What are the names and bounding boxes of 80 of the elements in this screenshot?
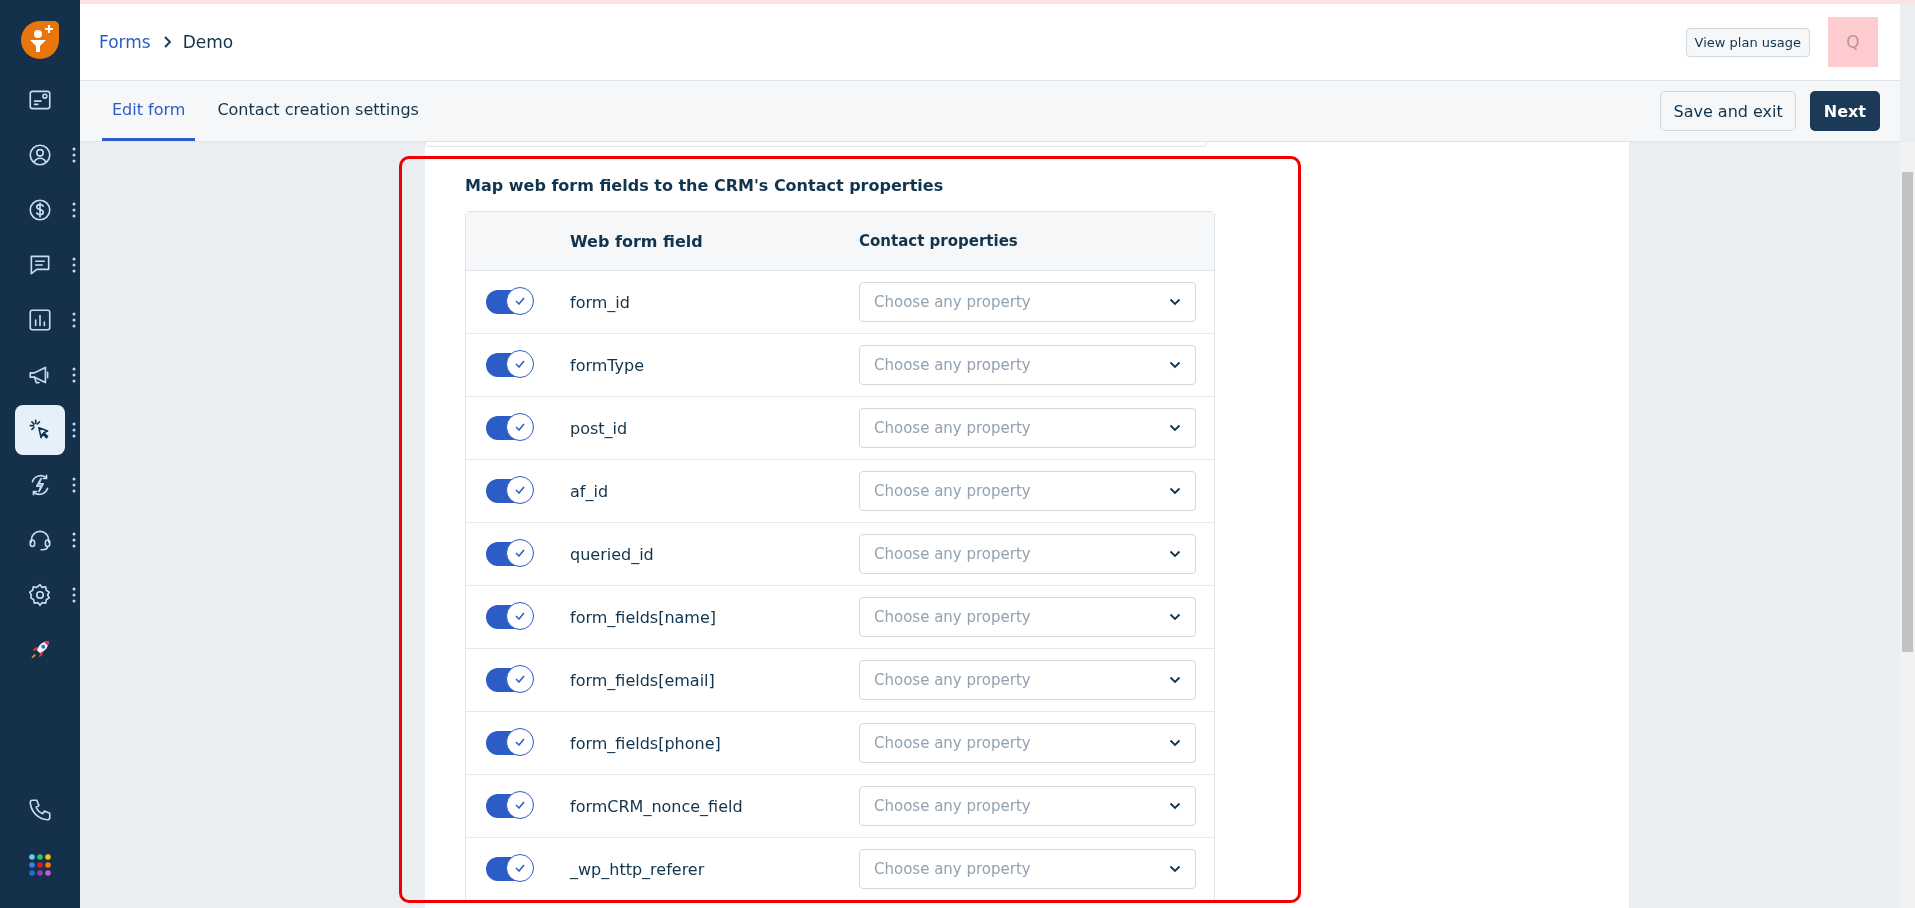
property-dropdown[interactable]: Choose any property [859, 723, 1196, 763]
settings-icon [27, 581, 53, 608]
breadcrumb-current: Demo [182, 32, 234, 52]
more-options-icon[interactable] [72, 146, 76, 163]
more-options-icon[interactable] [72, 586, 76, 603]
property-dropdown[interactable]: Choose any property [859, 786, 1196, 826]
property-dropdown[interactable]: Choose any property [859, 408, 1196, 448]
field-name: form_fields[name] [570, 607, 717, 627]
scrollbar-thumb[interactable] [1902, 172, 1913, 652]
toggle-switch[interactable] [486, 668, 531, 692]
chevron-down-icon [1169, 298, 1181, 306]
field-name: form_fields[email] [570, 670, 715, 690]
more-options-icon[interactable] [72, 256, 76, 273]
toggle-switch[interactable] [486, 605, 531, 629]
phone-icon [27, 796, 53, 823]
view-plan-usage-button[interactable]: View plan usage [1685, 27, 1810, 57]
breadcrumb-link[interactable]: Forms [99, 32, 151, 52]
app-grid-icon [29, 853, 51, 876]
check-icon [515, 360, 525, 368]
chevron-down-icon [1169, 676, 1181, 684]
next-button[interactable]: Next [1809, 91, 1880, 131]
more-options-icon[interactable] [72, 366, 76, 383]
chevron-down-icon [1169, 487, 1181, 495]
toggle-switch[interactable] [486, 542, 531, 566]
more-options-icon[interactable] [72, 311, 76, 328]
field-name: af_id [570, 481, 609, 501]
check-icon [515, 864, 525, 872]
property-dropdown[interactable]: Choose any property [859, 534, 1196, 574]
check-icon [515, 486, 525, 494]
property-dropdown[interactable]: Choose any property [859, 471, 1196, 511]
column-header: Web form field [570, 231, 703, 251]
sidebar-nav-button[interactable] [15, 404, 65, 455]
check-icon [515, 549, 525, 557]
more-options-icon[interactable] [72, 201, 76, 218]
check-icon [515, 675, 525, 683]
chevron-down-icon [1169, 865, 1181, 873]
save-and-exit-button[interactable]: Save and exit [1660, 91, 1796, 131]
toggle-switch[interactable] [486, 857, 531, 881]
chevron-down-icon [1169, 802, 1181, 810]
toggle-switch[interactable] [486, 353, 531, 377]
property-dropdown[interactable]: Choose any property [859, 660, 1196, 700]
column-header: Contact properties [859, 232, 1018, 250]
toggle-switch[interactable] [486, 416, 531, 440]
form-tab[interactable]: Contact creation settings [207, 81, 429, 141]
more-options-icon[interactable] [72, 531, 76, 548]
chevron-right-icon [162, 36, 171, 48]
chevron-down-icon [1169, 361, 1181, 369]
chevron-down-icon [1169, 739, 1181, 747]
check-icon [515, 738, 525, 746]
chevron-down-icon [1169, 424, 1181, 432]
property-dropdown[interactable]: Choose any property [859, 849, 1196, 889]
toggle-switch[interactable] [486, 479, 531, 503]
dollar-icon [27, 196, 53, 223]
toggle-switch[interactable] [486, 290, 531, 314]
property-dropdown[interactable]: Choose any property [859, 345, 1196, 385]
form-tab[interactable]: Edit form [102, 81, 196, 141]
bar-chart-icon [27, 306, 53, 333]
field-name: form_fields[phone] [570, 733, 721, 753]
toggle-switch[interactable] [486, 731, 531, 755]
property-dropdown[interactable]: Choose any property [859, 597, 1196, 637]
field-name: form_id [570, 292, 630, 312]
field-name: formCRM_nonce_field [570, 796, 743, 816]
user-avatar[interactable]: Q [1828, 17, 1878, 67]
property-dropdown[interactable]: Choose any property [859, 282, 1196, 322]
field-name: post_id [570, 418, 628, 438]
field-name: formType [570, 355, 645, 375]
field-name: _wp_http_referer [570, 859, 705, 879]
user-circle-icon [27, 141, 53, 168]
toggle-switch[interactable] [486, 794, 531, 818]
check-icon [515, 801, 525, 809]
logo-icon[interactable] [18, 18, 62, 62]
check-icon [515, 612, 525, 620]
chevron-down-icon [1169, 550, 1181, 558]
more-options-icon[interactable] [72, 476, 76, 493]
check-icon [515, 297, 525, 305]
section-title: Map web form fields to the CRM's Contact properties [465, 176, 945, 195]
field-name: queried_id [570, 544, 654, 564]
check-icon [515, 423, 525, 431]
more-options-icon[interactable] [72, 421, 76, 438]
chevron-down-icon [1169, 613, 1181, 621]
